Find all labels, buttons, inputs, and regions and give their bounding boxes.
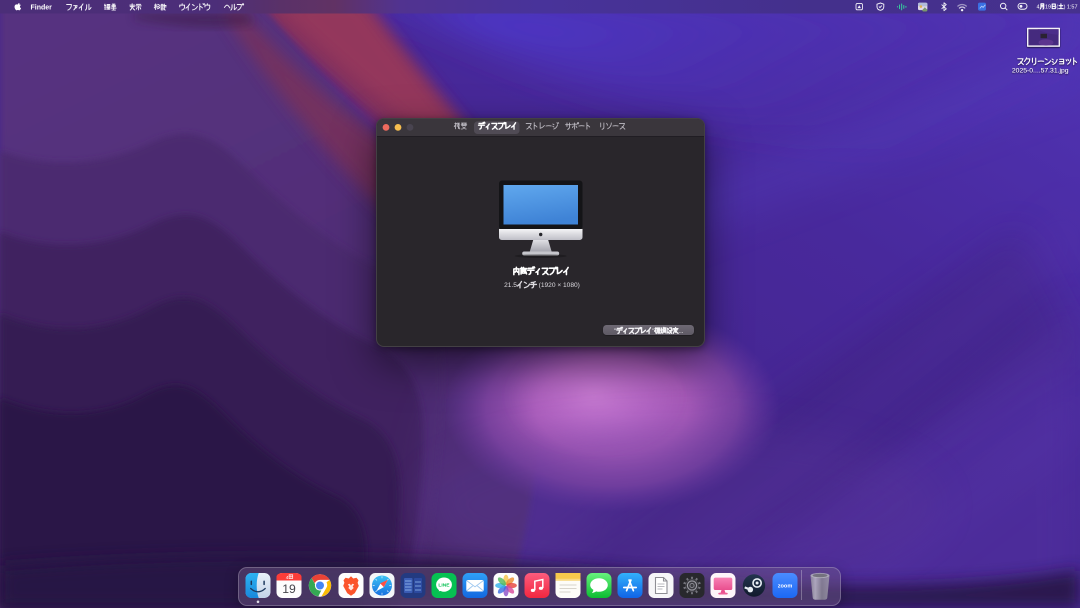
svg-text:19: 19 bbox=[282, 582, 296, 596]
svg-text:zoom: zoom bbox=[778, 584, 793, 590]
svg-text:LINE: LINE bbox=[438, 582, 450, 588]
svg-text:4: 4 bbox=[286, 575, 289, 581]
